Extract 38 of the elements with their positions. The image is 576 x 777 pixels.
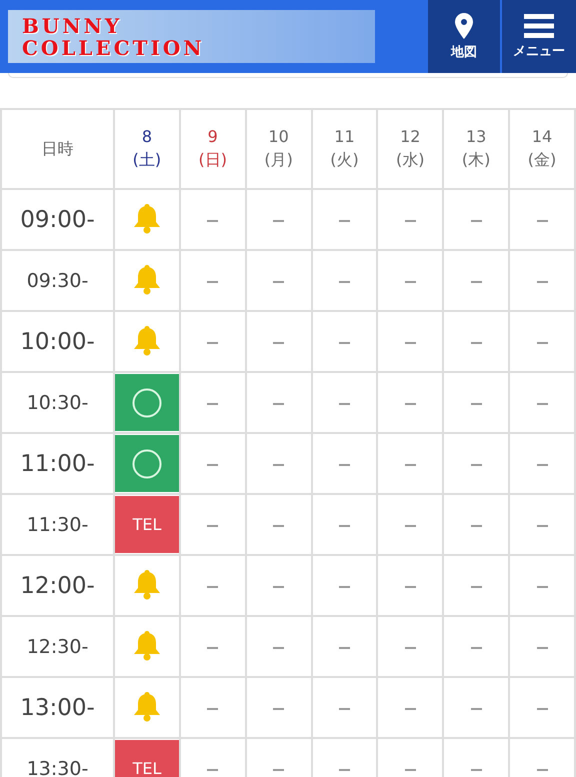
day-weekday: (水)	[396, 150, 425, 171]
tel-button[interactable]: TEL	[115, 740, 179, 777]
tel-button[interactable]: TEL	[115, 496, 179, 553]
circle-icon	[132, 448, 162, 478]
time-label: 09:30-	[26, 270, 88, 292]
day-weekday: (土)	[132, 150, 162, 171]
day-weekday: (火)	[330, 150, 359, 171]
day-date: 11	[334, 127, 355, 146]
time-label: 12:00-	[20, 572, 95, 598]
available-cell[interactable]	[115, 435, 179, 492]
time-label: 12:30-	[26, 636, 88, 658]
day-weekday: (木)	[462, 150, 490, 171]
map-button[interactable]: 地図	[428, 0, 500, 73]
available-cell[interactable]	[115, 374, 179, 431]
time-label: 10:30-	[26, 392, 88, 414]
day-date: 12	[400, 127, 420, 146]
day-date: 14	[532, 127, 552, 146]
day-weekday: (金)	[528, 150, 556, 171]
time-label: 10:00-	[20, 328, 95, 354]
day-weekday: (月)	[264, 150, 293, 171]
logo-text: BUNNY	[22, 14, 124, 36]
header-cell: 日時	[1, 109, 114, 189]
day-date: 10	[268, 127, 289, 146]
time-label: 11:30-	[26, 514, 88, 536]
day-date: 9	[208, 127, 218, 146]
time-label: 11:00-	[20, 450, 95, 476]
day-date: 13	[466, 127, 486, 146]
logo-banner[interactable]: BUNNY COLLECTION	[8, 10, 375, 63]
time-label: 13:00-	[20, 694, 95, 720]
map-pin-icon	[455, 12, 473, 38]
time-label: 09:00-	[20, 206, 95, 232]
day-date: 8	[142, 127, 152, 146]
day-weekday: (日)	[198, 150, 227, 171]
menu-button[interactable]: メニュー	[502, 0, 576, 73]
circle-icon	[132, 388, 162, 418]
time-label: 13:30-	[26, 758, 88, 777]
menu-icon	[524, 14, 554, 38]
logo-text: COLLECTION	[22, 36, 206, 58]
